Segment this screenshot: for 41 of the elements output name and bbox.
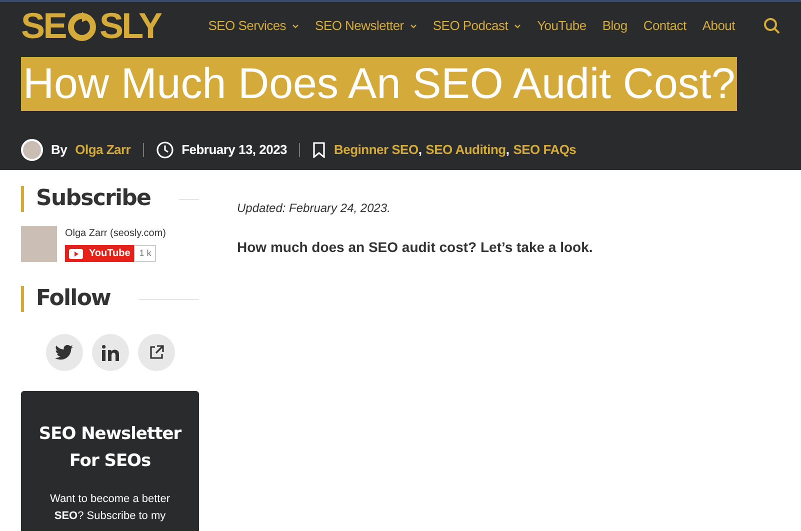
linkedin-button[interactable]	[92, 334, 128, 371]
author-link[interactable]: Olga Zarr	[75, 140, 131, 160]
external-link-icon	[148, 345, 164, 360]
avatar	[21, 139, 43, 161]
chevron-down-icon	[410, 24, 417, 28]
sidebar-heading: Subscribe	[36, 186, 151, 212]
search-icon[interactable]	[763, 17, 781, 35]
subscriber-count: 1 k	[134, 245, 156, 262]
nav-link[interactable]: YouTube	[537, 16, 586, 36]
nav-link[interactable]: About	[702, 16, 735, 36]
nav-link[interactable]: Contact	[643, 16, 686, 36]
byline-label: By	[51, 141, 68, 160]
newsletter-text: Want to become a better SEO? Subscribe to my	[48, 492, 172, 524]
external-link-button[interactable]	[138, 334, 174, 371]
youtube-subscribe-button[interactable]: YouTube	[65, 245, 134, 262]
twitter-button[interactable]	[46, 334, 82, 371]
clock-icon	[156, 141, 174, 159]
category-link[interactable]: Beginner SEO	[334, 140, 418, 160]
bookmark-icon	[312, 142, 326, 158]
newsletter-title: SEO Newsletter For SEOs	[38, 423, 183, 473]
separator: ,	[418, 141, 422, 160]
category-link[interactable]: SEO Auditing	[426, 140, 506, 160]
intro-paragraph: How much does an SEO audit cost? Let’s take a look.	[237, 238, 593, 257]
nav-link[interactable]: SEO Newsletter	[315, 16, 417, 36]
sidebar-heading: Follow	[36, 286, 110, 312]
bird-icon	[55, 345, 73, 360]
nav-link[interactable]: SEO Services	[208, 16, 300, 36]
updated-date: Updated: February 24, 2023.	[237, 200, 392, 217]
separator: ,	[506, 141, 510, 160]
play-icon	[69, 248, 83, 258]
chevron-down-icon	[514, 24, 522, 28]
category-link[interactable]: SEO FAQs	[513, 140, 576, 160]
page-title: How Much Does An SEO Audit Cost?	[21, 57, 738, 111]
post-date: February 13, 2023	[182, 141, 288, 160]
photo-placeholder	[21, 226, 57, 262]
chevron-down-icon	[292, 24, 300, 28]
channel-name: Olga Zarr (seosly.com)	[65, 227, 166, 241]
logo[interactable]: SE SLY	[21, 8, 161, 44]
nav-link[interactable]: SEO Podcast	[432, 16, 522, 36]
nav-link[interactable]: Blog	[602, 16, 628, 36]
linkedin-icon	[102, 344, 118, 360]
